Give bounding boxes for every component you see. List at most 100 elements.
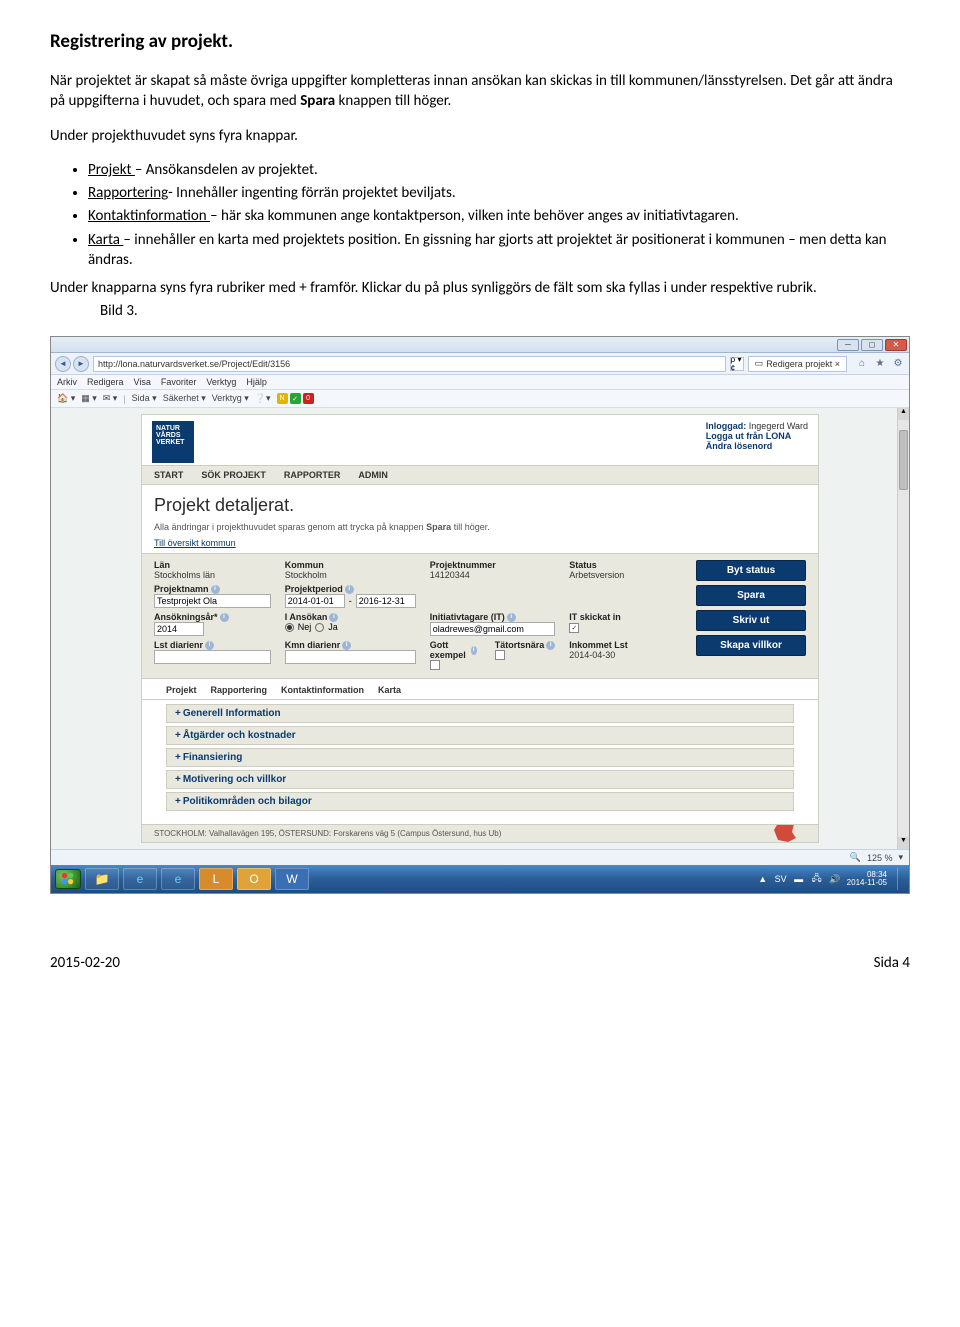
home-icon[interactable]: 🏠 ▾ <box>57 393 75 404</box>
sweden-map-icon <box>760 824 810 842</box>
acc-finansiering[interactable]: +Finansiering <box>166 748 794 767</box>
back-link[interactable]: Till översikt kommun <box>154 538 236 548</box>
help-icon[interactable]: ❔▾ <box>255 393 271 404</box>
section-tabs: Projekt Rapportering Kontaktinformation … <box>142 679 818 700</box>
taskbar-ie-icon[interactable]: e <box>123 868 157 890</box>
refresh-button[interactable]: ρ ▾ ¢ <box>730 357 744 371</box>
menu-hjalp[interactable]: Hjälp <box>246 377 267 387</box>
byt-status-button[interactable]: Byt status <box>696 560 806 581</box>
intro-paragraph: När projektet är skapat så måste övriga … <box>50 71 910 112</box>
nav-rapporter[interactable]: RAPPORTER <box>284 470 341 480</box>
lst-diarienr-input[interactable] <box>154 650 271 664</box>
side-buttons: Byt status Spara Skriv ut Skapa villkor <box>696 560 806 672</box>
naturvardsverket-logo: NATUR VÅRDS VERKET <box>152 421 194 463</box>
project-detail-band: LänStockholms län KommunStockholm Projek… <box>142 553 818 679</box>
window-titlebar: ─ ◻ ✕ <box>51 337 909 353</box>
gott-exempel-checkbox[interactable] <box>430 660 440 670</box>
taskbar-outlook-icon[interactable]: O <box>237 868 271 890</box>
i-ansokan-nej-radio[interactable] <box>285 623 294 632</box>
it-skickat-checkbox[interactable]: ✓ <box>569 623 579 633</box>
section-subtitle: Alla ändringar i projekthuvudet sparas g… <box>154 522 806 532</box>
menu-favoriter[interactable]: Favoriter <box>161 377 197 387</box>
period-start-input[interactable] <box>285 594 345 608</box>
norton-badge[interactable]: N✓0 <box>277 393 314 404</box>
address-bar-row: ◄ ► http://lona.naturvardsverket.se/Proj… <box>51 353 909 375</box>
url-input[interactable]: http://lona.naturvardsverket.se/Project/… <box>93 356 726 372</box>
app-page: NATUR VÅRDS VERKET Inloggad: Ingegerd Wa… <box>141 414 819 843</box>
tray-up-icon[interactable]: ▲ <box>757 873 769 885</box>
projektnamn-input[interactable] <box>154 594 271 608</box>
browser-window: ─ ◻ ✕ ◄ ► http://lona.naturvardsverket.s… <box>50 336 910 894</box>
tools-menu[interactable]: Verktyg ▾ <box>212 393 249 404</box>
taskbar-word-icon[interactable]: W <box>275 868 309 890</box>
footer-page: Sida 4 <box>874 954 910 972</box>
accordion: +Generell Information +Åtgärder och kost… <box>142 700 818 824</box>
initiativtagare-input[interactable] <box>430 622 556 636</box>
tab-projekt[interactable]: Projekt <box>166 685 197 699</box>
tab-kontaktinformation[interactable]: Kontaktinformation <box>281 685 364 699</box>
logout-link[interactable]: Logga ut från LONA <box>706 431 808 441</box>
browser-menu: Arkiv Redigera Visa Favoriter Verktyg Hj… <box>51 375 909 390</box>
home-icon[interactable]: ⌂ <box>855 357 869 371</box>
menu-arkiv[interactable]: Arkiv <box>57 377 77 387</box>
tab-karta[interactable]: Karta <box>378 685 401 699</box>
figure-caption: Bild 3. <box>50 302 910 320</box>
main-nav: START SÖK PROJEKT RAPPORTER ADMIN <box>142 465 818 485</box>
back-button[interactable]: ◄ <box>55 356 71 372</box>
feeds-icon[interactable]: ▦ ▾ <box>81 393 97 404</box>
windows-taskbar: 📁 e e L O W ▲ SV ▬ 🖧 🔊 08:34 2014-11-05 <box>51 865 909 893</box>
tray-clock[interactable]: 08:34 2014-11-05 <box>847 871 887 887</box>
forward-button[interactable]: ► <box>73 356 89 372</box>
period-end-input[interactable] <box>356 594 416 608</box>
zoom-icon[interactable]: 🔍 <box>850 852 861 863</box>
page-title: Registrering av projekt. <box>50 30 910 53</box>
browser-toolbar: 🏠 ▾ ▦ ▾ ✉ ▾ | Sida ▾ Säkerhet ▾ Verktyg … <box>51 390 909 408</box>
change-password-link[interactable]: Ändra lösenord <box>706 441 808 451</box>
tatortsnara-checkbox[interactable] <box>495 650 505 660</box>
taskbar-explorer-icon[interactable]: 📁 <box>85 868 119 890</box>
acc-motivering[interactable]: +Motivering och villkor <box>166 770 794 789</box>
menu-redigera[interactable]: Redigera <box>87 377 124 387</box>
i-ansokan-ja-radio[interactable] <box>315 623 324 632</box>
taskbar-lync-icon[interactable]: L <box>199 868 233 890</box>
menu-verktyg[interactable]: Verktyg <box>206 377 236 387</box>
skapa-villkor-button[interactable]: Skapa villkor <box>696 635 806 656</box>
sub-paragraph: Under projekthuvudet syns fyra knappar. <box>50 126 910 146</box>
tray-lang[interactable]: SV <box>775 873 787 885</box>
acc-atgarder[interactable]: +Åtgärder och kostnader <box>166 726 794 745</box>
skriv-ut-button[interactable]: Skriv ut <box>696 610 806 631</box>
start-button[interactable] <box>55 869 81 889</box>
ansokningsar-input[interactable] <box>154 622 204 636</box>
safety-menu[interactable]: Säkerhet ▾ <box>163 393 206 404</box>
zoom-level[interactable]: 125 % <box>867 853 893 863</box>
tab-rapportering[interactable]: Rapportering <box>211 685 268 699</box>
kmn-diarienr-input[interactable] <box>285 650 416 664</box>
nav-start[interactable]: START <box>154 470 183 480</box>
minimize-button[interactable]: ─ <box>837 339 859 351</box>
browser-tab[interactable]: ▭ Redigera projekt × <box>748 356 847 372</box>
spara-button[interactable]: Spara <box>696 585 806 606</box>
vertical-scrollbar[interactable]: ▲ ▼ <box>897 408 909 849</box>
nav-admin[interactable]: ADMIN <box>358 470 388 480</box>
tray-network-icon[interactable]: 🖧 <box>811 873 823 885</box>
bullet-list: Projekt – Ansökansdelen av projektet. Ra… <box>50 160 910 270</box>
close-button[interactable]: ✕ <box>885 339 907 351</box>
acc-generell[interactable]: +Generell Information <box>166 704 794 723</box>
favorites-icon[interactable]: ★ <box>873 357 887 371</box>
tray-flag-icon[interactable]: ▬ <box>793 873 805 885</box>
show-desktop-button[interactable] <box>897 868 905 890</box>
page-menu[interactable]: Sida ▾ <box>132 393 157 404</box>
menu-visa[interactable]: Visa <box>134 377 151 387</box>
taskbar-ie-icon-2[interactable]: e <box>161 868 195 890</box>
mail-icon[interactable]: ✉ ▾ <box>103 393 118 404</box>
maximize-button[interactable]: ◻ <box>861 339 883 351</box>
tray-sound-icon[interactable]: 🔊 <box>829 873 841 885</box>
section-title: Projekt detaljerat. <box>154 495 806 516</box>
footer-date: 2015-02-20 <box>50 954 120 972</box>
status-bar: 🔍 125 % ▾ <box>51 849 909 865</box>
tools-icon[interactable]: ⚙ <box>891 357 905 371</box>
acc-politik[interactable]: +Politikområden och bilagor <box>166 792 794 811</box>
nav-sok-projekt[interactable]: SÖK PROJEKT <box>201 470 266 480</box>
after-list-paragraph: Under knapparna syns fyra rubriker med +… <box>50 278 910 298</box>
page-footer: STOCKHOLM: Valhallavägen 195, ÖSTERSUND:… <box>142 824 818 842</box>
